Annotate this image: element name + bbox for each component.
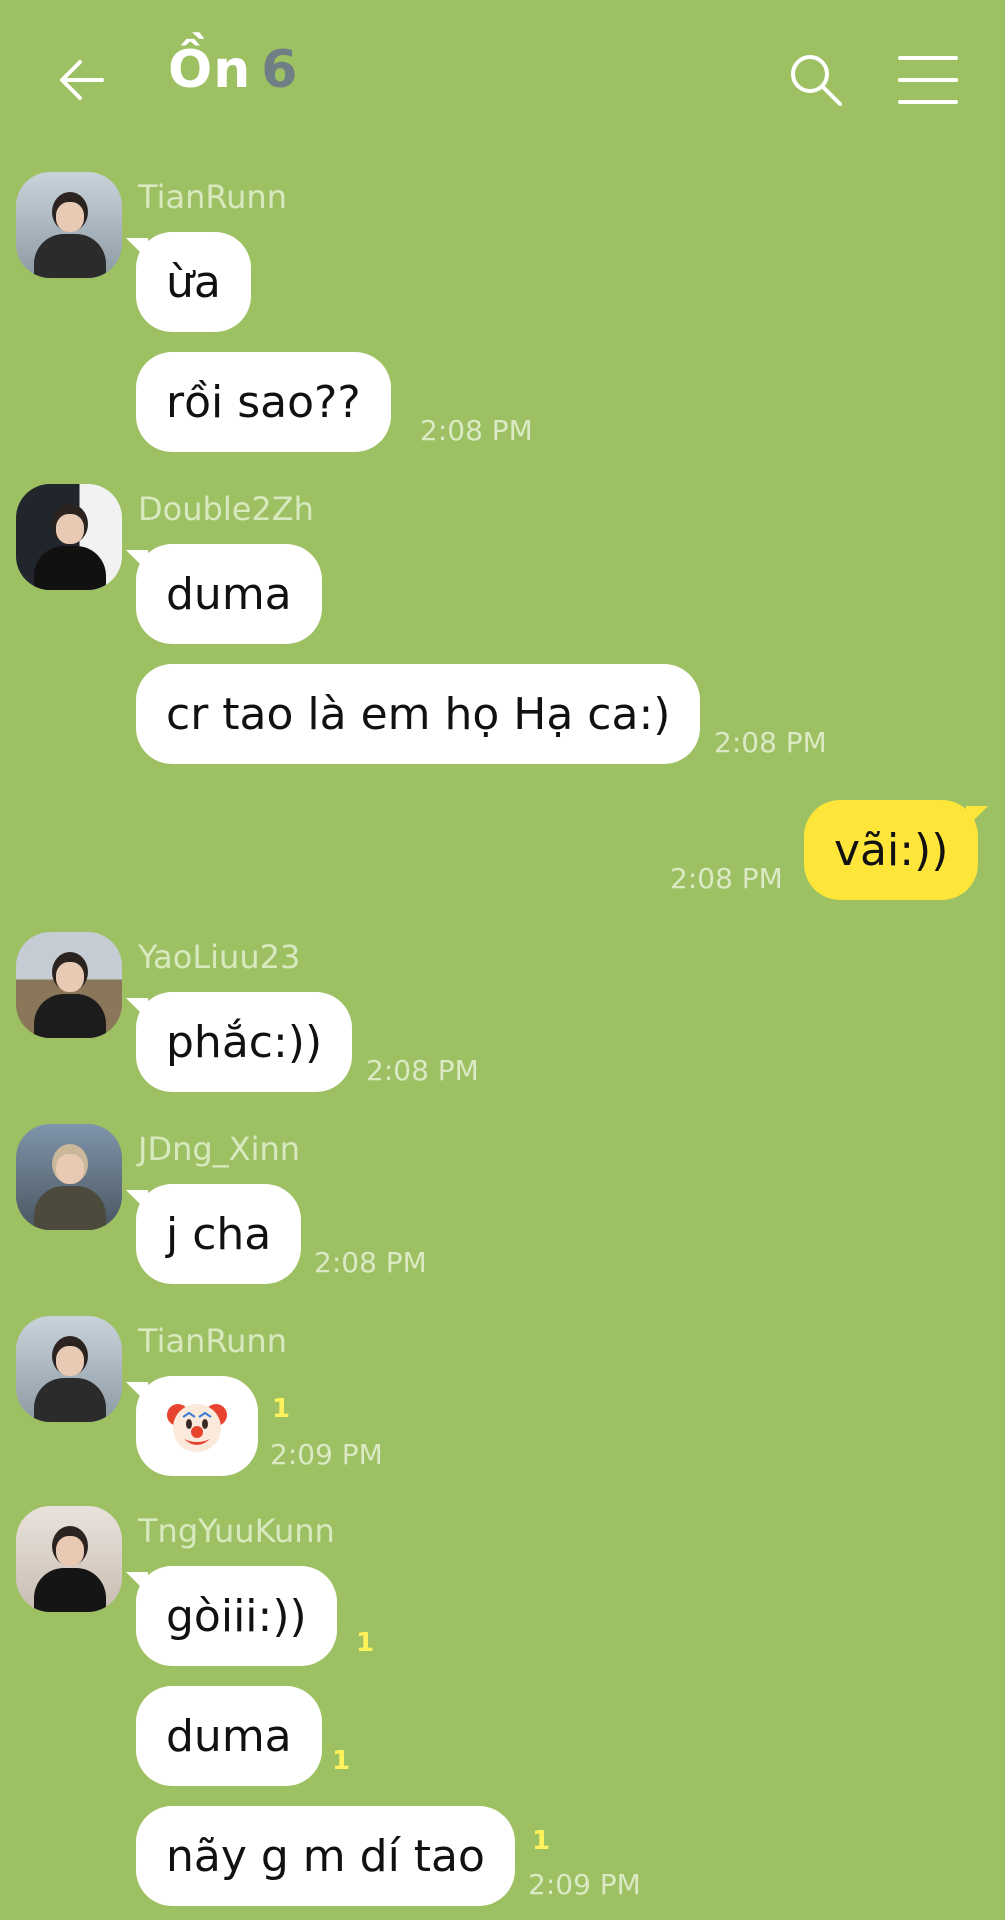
menu-icon[interactable]	[896, 52, 960, 108]
emoji-message-bubble[interactable]	[126, 1376, 258, 1476]
unread-count: 1	[272, 1394, 291, 1424]
sender-name: TianRunn	[138, 1322, 287, 1360]
message-bubble[interactable]: cr tao là em họ Hạ ca:)	[136, 664, 701, 764]
message-time: 2:08 PM	[314, 1246, 427, 1279]
message-bubble[interactable]: j cha	[125, 1184, 302, 1284]
outgoing-message-bubble[interactable]: vãi:))	[804, 800, 989, 900]
unread-count: 1	[532, 1826, 551, 1856]
message-time: 2:08 PM	[714, 726, 827, 759]
message-bubble[interactable]: duma	[136, 1686, 322, 1786]
message-time: 2:08 PM	[670, 862, 783, 895]
message-bubble[interactable]: gòiii:))	[126, 1566, 337, 1666]
avatar-tngyuukunn[interactable]	[16, 1506, 122, 1612]
message-time: 2:09 PM	[270, 1438, 383, 1471]
message-bubble[interactable]: duma	[126, 544, 322, 644]
chat-name: Ồn	[168, 40, 252, 100]
unread-count: 1	[332, 1746, 351, 1776]
message-bubble[interactable]: ừa	[126, 232, 251, 332]
message-bubble[interactable]: phắc:))	[125, 992, 353, 1092]
chat-title: Ồn 6	[168, 40, 298, 100]
avatar-tianrunn[interactable]	[16, 1316, 122, 1422]
avatar-double2zh[interactable]	[16, 484, 122, 590]
sender-name: YaoLiuu23	[138, 938, 301, 976]
sender-name: TianRunn	[138, 178, 287, 216]
sender-name: Double2Zh	[138, 490, 314, 528]
message-bubble[interactable]: rồi sao??	[136, 352, 391, 452]
unread-count: 1	[356, 1628, 375, 1658]
member-count: 6	[261, 40, 299, 100]
avatar-jdng-xinn[interactable]	[16, 1124, 122, 1230]
sender-name: TngYuuKunn	[138, 1512, 335, 1550]
search-icon[interactable]	[786, 50, 846, 110]
message-time: 2:08 PM	[420, 414, 533, 447]
avatar-yaoliuu23[interactable]	[16, 932, 122, 1038]
message-time: 2:09 PM	[528, 1868, 641, 1901]
message-bubble[interactable]: nãy g m dí tao	[136, 1806, 515, 1906]
clown-face-icon	[167, 1404, 227, 1452]
back-arrow-icon[interactable]	[52, 50, 112, 110]
message-time: 2:08 PM	[366, 1054, 479, 1087]
sender-name: JDng_Xinn	[138, 1130, 301, 1168]
avatar-tianrunn[interactable]	[16, 172, 122, 278]
chat-header: Ồn 6	[0, 0, 1005, 160]
